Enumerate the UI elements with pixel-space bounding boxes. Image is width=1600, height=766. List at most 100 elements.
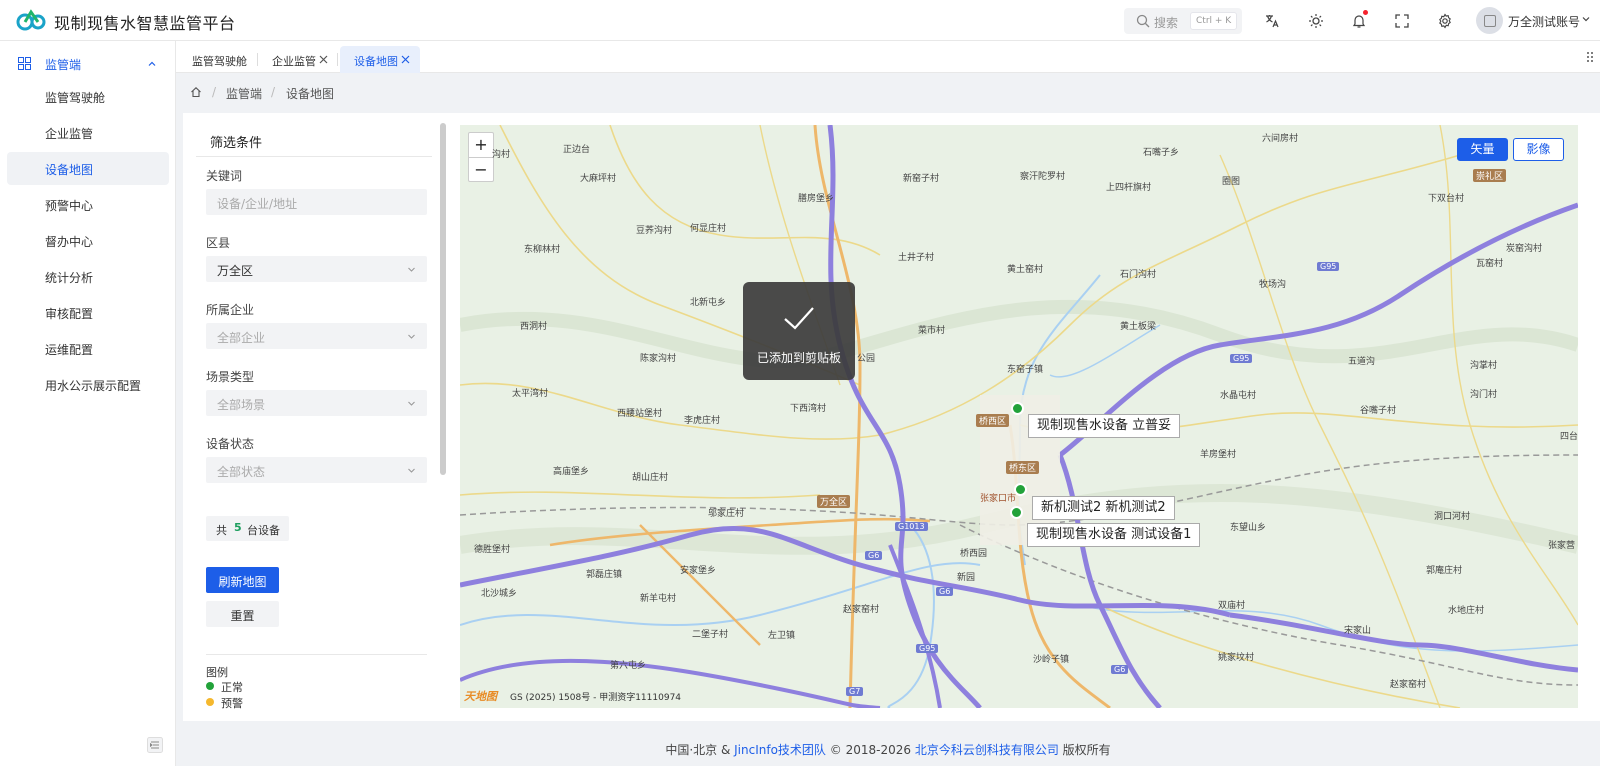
device-marker[interactable] xyxy=(1010,506,1023,519)
map-place-label: 谷嘴子村 xyxy=(1360,406,1397,416)
theme-toggle-button[interactable] xyxy=(1305,10,1327,32)
sidebar-item-cockpit[interactable]: 监管驾驶舱 xyxy=(7,80,169,113)
home-icon[interactable] xyxy=(190,86,202,98)
sidebar-item-audit-config[interactable]: 审核配置 xyxy=(7,296,169,329)
map-place-label: 张家口市 xyxy=(980,494,1017,504)
map-district-label: 桥东区 xyxy=(1006,461,1040,474)
map-place-label: 水晶屯村 xyxy=(1220,391,1257,401)
tab-cockpit[interactable]: 监管驾驶舱 xyxy=(178,46,256,73)
collapse-sidebar-icon[interactable] xyxy=(147,737,163,753)
district-label: 区县 xyxy=(206,236,231,250)
device-marker[interactable] xyxy=(1011,402,1024,415)
map-district-label: 桥西区 xyxy=(976,414,1010,427)
company-label: 所属企业 xyxy=(206,303,255,317)
more-vertical-icon[interactable] xyxy=(1584,51,1596,63)
layer-vector-button[interactable]: 矢量 xyxy=(1457,138,1508,161)
sidebar: 监管端 监管驾驶舱 企业监管 设备地图 预警中心 督办中心 统计分析 审核配置 … xyxy=(0,41,176,766)
chevron-down-icon[interactable] xyxy=(1581,14,1591,24)
count-value: 5 xyxy=(234,521,242,534)
layer-satellite-button[interactable]: 影像 xyxy=(1513,138,1564,161)
road-shield: G95 xyxy=(1317,262,1340,271)
sidebar-item-device-map[interactable]: 设备地图 xyxy=(7,152,169,185)
map-district-label: 万全区 xyxy=(817,495,851,508)
device-count-badge: 共 5 台设备 xyxy=(206,516,289,541)
language-button[interactable] xyxy=(1261,10,1283,32)
device-map[interactable]: + − 矢量 影像 沟村 正边台 大麻坪村 膳房堡乡 新窑子村 察汗陀罗村 上四… xyxy=(460,125,1578,708)
tab-divider xyxy=(337,53,338,66)
fullscreen-button[interactable] xyxy=(1391,10,1413,32)
map-place-label: 新园 xyxy=(957,573,976,583)
close-icon[interactable] xyxy=(401,55,410,64)
zoom-in-button[interactable]: + xyxy=(469,133,493,157)
count-prefix: 共 xyxy=(216,524,227,537)
tab-label: 监管驾驶舱 xyxy=(192,55,247,68)
scene-select[interactable]: 全部场景 xyxy=(206,390,427,416)
filter-title: 筛选条件 xyxy=(210,136,263,151)
sidebar-item-label: 企业监管 xyxy=(45,127,94,141)
avatar[interactable] xyxy=(1476,7,1503,34)
map-place-label: 安家堡乡 xyxy=(680,566,717,576)
sun-icon xyxy=(1309,14,1323,28)
map-place-label: 膳房堡乡 xyxy=(798,194,835,204)
map-place-label: 左卫镇 xyxy=(768,631,796,641)
status-dot xyxy=(206,682,214,690)
sidebar-item-supervise[interactable]: 督办中心 xyxy=(7,224,169,257)
company-select[interactable]: 全部企业 xyxy=(206,323,427,349)
settings-button[interactable] xyxy=(1434,10,1456,32)
sidebar-item-label: 统计分析 xyxy=(45,271,94,285)
sidebar-item-ops-config[interactable]: 运维配置 xyxy=(7,332,169,365)
device-label[interactable]: 现制现售水设备 立普妥 xyxy=(1028,414,1181,438)
device-label[interactable]: 新机测试2 新机测试2 xyxy=(1032,496,1175,520)
sidebar-item-label: 用水公示展示配置 xyxy=(45,379,142,393)
map-place-label: 沟掌村 xyxy=(1470,361,1498,371)
sidebar-group-label: 监管端 xyxy=(45,58,82,72)
map-place-label: 六间房村 xyxy=(1262,134,1299,144)
footer-company-link[interactable]: 北京今科云创科技有限公司 xyxy=(915,743,1059,757)
sidebar-item-statistics[interactable]: 统计分析 xyxy=(7,260,169,293)
sidebar-item-label: 设备地图 xyxy=(45,163,94,177)
district-select[interactable]: 万全区 xyxy=(206,256,427,282)
map-place-label: 黄土板梁 xyxy=(1120,322,1157,332)
global-search[interactable]: 搜索 Ctrl + K xyxy=(1124,8,1242,34)
refresh-map-label: 刷新地图 xyxy=(218,575,267,589)
map-place-label: 瓦窑村 xyxy=(1476,259,1504,269)
sidebar-item-alerts[interactable]: 预警中心 xyxy=(7,188,169,221)
map-place-label: 双庙村 xyxy=(1218,601,1246,611)
sidebar-group-supervision[interactable]: 监管端 xyxy=(0,49,176,79)
sidebar-item-water-display[interactable]: 用水公示展示配置 xyxy=(7,368,169,401)
map-place-label: 石门沟村 xyxy=(1120,270,1157,280)
device-marker[interactable] xyxy=(1014,483,1027,496)
map-place-label: 圈图 xyxy=(1222,177,1241,187)
filter-scrollbar[interactable] xyxy=(440,123,446,475)
count-suffix: 台设备 xyxy=(247,524,280,537)
notification-dot xyxy=(1363,10,1368,15)
device-label[interactable]: 现制现售水设备 测试设备1 xyxy=(1027,523,1201,547)
tab-device-map[interactable]: 设备地图 xyxy=(340,46,420,73)
close-icon[interactable] xyxy=(319,55,328,64)
zoom-out-button[interactable]: − xyxy=(469,157,493,181)
map-place-label: 水地庄村 xyxy=(1448,606,1485,616)
divider xyxy=(196,156,432,157)
footer-years: © 2018-2026 xyxy=(829,743,911,757)
footer-team-link[interactable]: JincInfo技术团队 xyxy=(734,743,826,757)
keyword-placeholder: 设备/企业/地址 xyxy=(217,197,298,211)
keyword-input[interactable]: 设备/企业/地址 xyxy=(206,189,427,215)
reset-button[interactable]: 重置 xyxy=(206,601,279,627)
divider xyxy=(206,654,427,655)
map-place-label: 德胜堡村 xyxy=(474,545,511,555)
copied-toast: 已添加到剪贴板 xyxy=(743,282,855,380)
refresh-map-button[interactable]: 刷新地图 xyxy=(206,567,279,593)
map-place-label: 胡山庄村 xyxy=(632,473,669,483)
map-place-label: 东柳林村 xyxy=(524,245,561,255)
road-shield: G95 xyxy=(916,644,939,653)
breadcrumb-item[interactable]: 监管端 xyxy=(226,85,262,102)
tab-enterprise[interactable]: 企业监管 xyxy=(258,46,336,73)
sidebar-item-enterprise[interactable]: 企业监管 xyxy=(7,116,169,149)
map-place-label: 第六屯乡 xyxy=(610,661,647,671)
user-name[interactable]: 万全测试账号 xyxy=(1508,13,1580,30)
grid-icon xyxy=(18,57,31,70)
status-select[interactable]: 全部状态 xyxy=(206,457,427,483)
notification-button[interactable] xyxy=(1348,10,1370,32)
map-place-label: 东望山乡 xyxy=(1230,523,1267,533)
checkmark-icon xyxy=(784,307,814,330)
